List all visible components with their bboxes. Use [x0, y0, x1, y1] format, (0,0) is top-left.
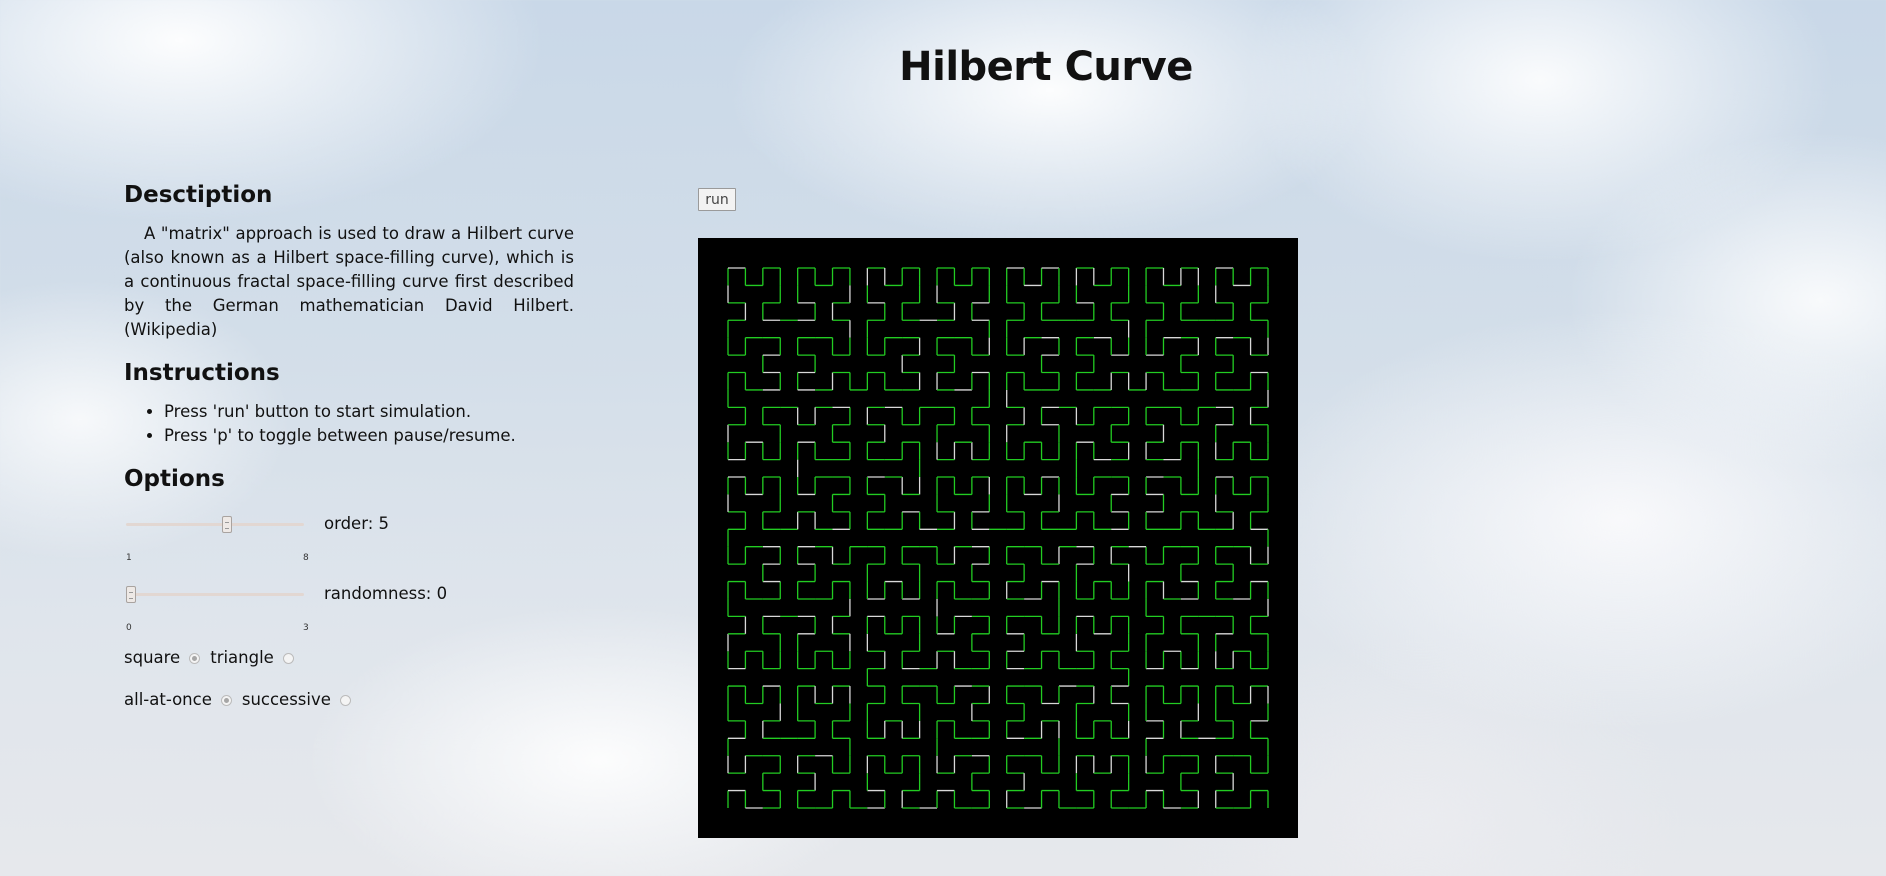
- order-slider-max: 8: [303, 553, 309, 563]
- options-heading: Options: [124, 466, 225, 492]
- order-slider-min: 1: [126, 553, 132, 563]
- run-button[interactable]: run: [698, 188, 736, 211]
- instruction-item: Press 'run' button to start simulation.: [164, 400, 574, 424]
- all-at-once-label: all-at-once: [124, 690, 212, 709]
- instruction-item: Press 'p' to toggle between pause/resume…: [164, 424, 574, 448]
- order-slider[interactable]: 1 8: [126, 516, 309, 563]
- square-radio[interactable]: [189, 652, 201, 664]
- randomness-slider-thumb[interactable]: [126, 586, 136, 603]
- order-label: order: 5: [324, 514, 390, 533]
- randomness-slider[interactable]: 0 3: [126, 586, 309, 633]
- order-option: 1 8 order: 5: [124, 506, 574, 576]
- order-slider-thumb[interactable]: [222, 516, 232, 533]
- randomness-label: randomness: 0: [324, 584, 448, 603]
- randomness-slider-max: 3: [303, 623, 309, 633]
- all-at-once-radio[interactable]: [220, 694, 232, 706]
- description-heading: Desctiption: [124, 182, 273, 208]
- order-slider-track[interactable]: [126, 523, 304, 526]
- hilbert-curve-drawing: [727, 267, 1269, 809]
- successive-radio[interactable]: [339, 694, 351, 706]
- triangle-radio[interactable]: [282, 652, 294, 664]
- page-title: Hilbert Curve: [899, 44, 1193, 90]
- shape-option: square triangle: [124, 646, 574, 670]
- instructions-heading: Instructions: [124, 360, 280, 386]
- randomness-slider-min: 0: [126, 623, 132, 633]
- triangle-label: triangle: [210, 648, 274, 667]
- hilbert-canvas[interactable]: [698, 238, 1298, 838]
- randomness-option: 0 3 randomness: 0: [124, 576, 574, 646]
- successive-label: successive: [241, 690, 331, 709]
- description-text: A "matrix" approach is used to draw a Hi…: [124, 224, 574, 339]
- instructions-list: Press 'run' button to start simulation. …: [124, 400, 574, 448]
- mode-option: all-at-once successive: [124, 688, 574, 712]
- square-label: square: [124, 648, 181, 667]
- left-panel: Desctiption A "matrix" approach is used …: [124, 180, 574, 730]
- randomness-slider-track[interactable]: [126, 593, 304, 596]
